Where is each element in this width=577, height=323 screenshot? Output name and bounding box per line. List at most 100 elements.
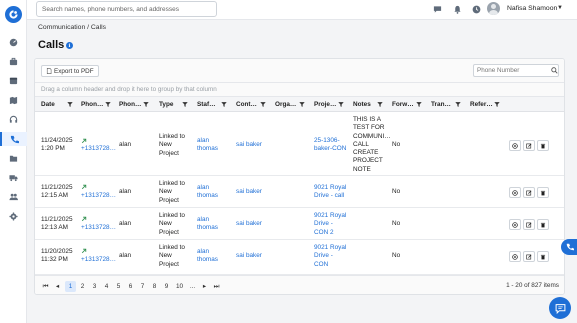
column-header-date[interactable]: Date xyxy=(41,97,67,112)
filter-icon[interactable] xyxy=(182,101,188,108)
project-link[interactable]: 25-1306- baker-CON xyxy=(314,137,346,154)
page-button-6[interactable]: 6 xyxy=(126,282,135,291)
delete-button[interactable] xyxy=(537,219,549,230)
column-header-organization[interactable]: Orga… xyxy=(275,97,299,112)
delete-button[interactable] xyxy=(537,187,549,198)
last-page-icon[interactable]: ⏭ xyxy=(212,282,221,291)
column-header-notes[interactable]: Notes xyxy=(353,97,375,112)
column-header-transferred[interactable]: Tran… xyxy=(431,97,455,112)
project-link[interactable]: 9021 Royal Drive - CON xyxy=(314,244,346,269)
users-icon[interactable] xyxy=(8,191,19,202)
truck-icon[interactable] xyxy=(8,172,19,183)
column-header-project[interactable]: Proje… xyxy=(314,97,338,112)
phone-from-link[interactable]: +1313728… xyxy=(81,145,116,153)
calendar-icon[interactable] xyxy=(8,75,19,86)
contact-link[interactable]: sai baker xyxy=(236,141,262,149)
map-icon[interactable] xyxy=(8,95,19,106)
prev-page-icon[interactable]: ◂ xyxy=(53,282,62,291)
add-button[interactable] xyxy=(509,140,521,151)
phone-number-search-input[interactable] xyxy=(473,64,559,77)
add-button[interactable] xyxy=(509,251,521,262)
filter-icon[interactable] xyxy=(299,101,305,108)
page-button-9[interactable]: 9 xyxy=(162,282,171,291)
column-header-phone-from[interactable]: Phon… xyxy=(81,97,105,112)
page-button-10[interactable]: 10 xyxy=(175,282,184,291)
project-link[interactable]: 9021 Royal Drive - CON 2 xyxy=(314,212,346,237)
page-button-4[interactable]: 4 xyxy=(102,282,111,291)
filter-icon[interactable] xyxy=(455,101,461,108)
filter-icon[interactable] xyxy=(143,101,149,108)
column-header-staff[interactable]: Staf… xyxy=(197,97,221,112)
phone-from-link[interactable]: +1313728… xyxy=(81,192,116,200)
add-button[interactable] xyxy=(509,187,521,198)
page-button-7[interactable]: 7 xyxy=(138,282,147,291)
filter-icon[interactable] xyxy=(221,101,227,108)
table-row[interactable]: 11/24/2025 1:20 PM +1313728… alan Linked … xyxy=(35,113,564,176)
phone-dialer-button[interactable] xyxy=(561,239,577,255)
briefcase-icon[interactable] xyxy=(8,56,19,67)
filter-icon[interactable] xyxy=(260,101,266,108)
filter-icon[interactable] xyxy=(416,101,422,108)
staff-link[interactable]: alan thomas xyxy=(197,137,218,154)
contact-link[interactable]: sai baker xyxy=(236,252,262,260)
staff-link[interactable]: alan thomas xyxy=(197,184,218,201)
page-button-2[interactable]: 2 xyxy=(78,282,87,291)
user-avatar[interactable] xyxy=(487,2,500,15)
staff-link[interactable]: alan thomas xyxy=(197,248,218,265)
filter-icon[interactable] xyxy=(377,101,383,108)
table-row[interactable]: 11/21/2025 12:15 AM +1313728… alan Linked… xyxy=(35,177,564,208)
next-page-icon[interactable]: ▸ xyxy=(200,282,209,291)
table-header: Date Phon… Phon… Type Staf… Cont… Orga… … xyxy=(35,97,564,112)
table-row[interactable]: 11/20/2025 11:32 PM +1313728… alan Linked… xyxy=(35,241,564,275)
column-header-referral[interactable]: Refer… xyxy=(470,97,494,112)
export-pdf-button[interactable]: Export to PDF xyxy=(41,65,99,77)
column-header-contact[interactable]: Cont… xyxy=(236,97,260,112)
contact-link[interactable]: sai baker xyxy=(236,220,262,228)
global-search-input[interactable] xyxy=(36,1,217,17)
column-header-phone-to[interactable]: Phon… xyxy=(119,97,143,112)
contact-link[interactable]: sai baker xyxy=(236,188,262,196)
edit-button[interactable] xyxy=(523,251,535,262)
folder-icon[interactable] xyxy=(8,153,19,164)
project-link[interactable]: 9021 Royal Drive - call xyxy=(314,184,346,201)
phone-to-cell: alan xyxy=(119,141,132,148)
calls-nav-icon[interactable] xyxy=(0,132,27,146)
edit-button[interactable] xyxy=(523,140,535,151)
staff-link[interactable]: alan thomas xyxy=(197,216,218,233)
delete-button[interactable] xyxy=(537,251,549,262)
chevron-down-icon[interactable]: ▼ xyxy=(557,5,563,11)
chat-support-button[interactable] xyxy=(549,297,571,319)
clock-icon[interactable] xyxy=(471,4,482,15)
filter-icon[interactable] xyxy=(67,101,73,108)
page-button-more[interactable]: ... xyxy=(188,282,197,291)
first-page-icon[interactable]: ⏮ xyxy=(41,282,50,291)
page-button-5[interactable]: 5 xyxy=(114,282,123,291)
headset-icon[interactable] xyxy=(8,114,19,125)
app-logo[interactable] xyxy=(5,6,22,23)
chat-bubble-icon[interactable] xyxy=(432,4,443,15)
edit-button[interactable] xyxy=(523,219,535,230)
column-header-type[interactable]: Type xyxy=(159,97,177,112)
page-button-8[interactable]: 8 xyxy=(150,282,159,291)
phone-from-link[interactable]: +1313728… xyxy=(81,224,116,232)
delete-button[interactable] xyxy=(537,140,549,151)
bell-icon[interactable] xyxy=(452,4,463,15)
date-cell: 11/21/2025 12:13 AM xyxy=(41,216,73,232)
type-cell: Linked to New Project xyxy=(159,212,185,236)
column-header-forwarded[interactable]: Forw… xyxy=(392,97,416,112)
page-button-1[interactable]: 1 xyxy=(65,281,76,292)
info-icon[interactable]: i xyxy=(66,42,73,49)
edit-button[interactable] xyxy=(523,187,535,198)
user-name[interactable]: Nafisa Shamoon xyxy=(507,5,557,12)
phone-from-link[interactable]: +1313728… xyxy=(81,256,116,264)
filter-icon[interactable] xyxy=(105,101,111,108)
gear-icon[interactable] xyxy=(8,211,19,222)
filter-icon[interactable] xyxy=(494,101,500,108)
filter-icon[interactable] xyxy=(338,101,344,108)
add-button[interactable] xyxy=(509,219,521,230)
dashboard-icon[interactable] xyxy=(8,37,19,48)
search-icon[interactable] xyxy=(551,67,558,74)
page-button-3[interactable]: 3 xyxy=(90,282,99,291)
table-row[interactable]: 11/21/2025 12:13 AM +1313728… alan Linked… xyxy=(35,209,564,240)
group-drop-area[interactable]: Drag a column header and drop it here to… xyxy=(35,83,564,97)
